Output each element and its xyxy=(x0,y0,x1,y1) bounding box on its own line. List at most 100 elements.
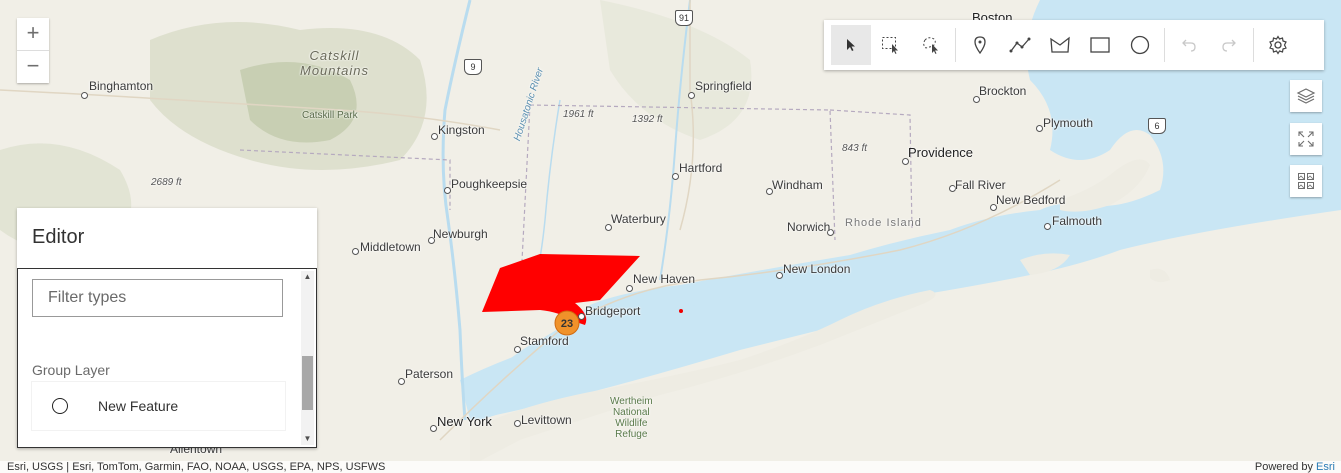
city-dot xyxy=(352,248,359,255)
undo-button[interactable] xyxy=(1169,25,1209,65)
toolbar-separator xyxy=(1164,28,1165,62)
zoom-control: + − xyxy=(17,18,49,83)
filter-types-input[interactable] xyxy=(32,279,283,317)
polyline-icon xyxy=(1009,37,1031,53)
attribution-bar: Esri, USGS | Esri, TomTom, Garmin, FAO, … xyxy=(0,461,1341,473)
label-norwich: Norwich xyxy=(787,220,831,234)
label-stamford: Stamford xyxy=(520,334,569,348)
polyline-tool-button[interactable] xyxy=(1000,25,1040,65)
editor-scrollbar[interactable]: ▲ ▼ xyxy=(301,271,314,445)
cursor-icon xyxy=(847,39,855,51)
city-dot xyxy=(672,173,679,180)
city-dot xyxy=(578,313,585,320)
rectangle-tool-button[interactable] xyxy=(1080,25,1120,65)
point-tool-button[interactable] xyxy=(960,25,1000,65)
layer-list-button[interactable] xyxy=(1290,80,1322,112)
label-catskill-park: Catskill Park xyxy=(302,110,358,121)
label-poughkeepsie: Poughkeepsie xyxy=(451,177,528,191)
label-elev-1392: 1392 ft xyxy=(632,114,663,125)
rectangle-select-icon xyxy=(882,37,898,54)
red-feature-point[interactable] xyxy=(679,309,683,313)
label-binghamton: Binghamton xyxy=(89,79,154,93)
label-paterson: Paterson xyxy=(405,367,454,381)
city-dot xyxy=(81,92,88,99)
layers-icon xyxy=(1296,88,1316,104)
esri-link[interactable]: Esri xyxy=(1316,461,1335,473)
cluster-count: 23 xyxy=(561,318,573,330)
powered-by: Powered by Esri xyxy=(1254,461,1335,473)
circle-icon xyxy=(1130,35,1150,55)
zoom-out-button[interactable]: − xyxy=(17,50,49,83)
label-springfield: Springfield xyxy=(695,79,752,93)
label-newburgh: Newburgh xyxy=(433,227,488,241)
point-icon xyxy=(974,36,986,54)
expand-icon xyxy=(1298,131,1314,147)
editor-feature-templates: Group Layer New Feature ▲ ▼ xyxy=(17,268,317,448)
sketch-toolbar xyxy=(824,20,1324,70)
toolbar-separator xyxy=(955,28,956,62)
label-levittown: Levittown xyxy=(521,413,572,427)
circle-symbol-icon xyxy=(52,398,68,414)
label-catskill-mountains: Catskill Mountains xyxy=(300,48,369,78)
label-waterbury: Waterbury xyxy=(611,212,666,226)
city-dot xyxy=(626,285,633,292)
rectangle-select-button[interactable] xyxy=(871,25,911,65)
gear-icon xyxy=(1269,35,1287,55)
rectangle-icon xyxy=(1090,37,1110,53)
scroll-up-arrow-icon[interactable]: ▲ xyxy=(301,271,314,283)
city-dot xyxy=(398,378,405,385)
new-feature-label: New Feature xyxy=(98,398,179,414)
new-feature-template[interactable]: New Feature xyxy=(32,382,285,430)
city-dot xyxy=(776,272,783,279)
label-kingston: Kingston xyxy=(438,123,485,137)
label-plymouth: Plymouth xyxy=(1043,116,1094,130)
label-new-haven: New Haven xyxy=(633,272,696,286)
city-dot xyxy=(431,133,438,140)
toolbar-separator xyxy=(1253,28,1254,62)
fullscreen-button[interactable] xyxy=(1290,123,1322,155)
redo-icon xyxy=(1222,39,1236,52)
label-elev-1961: 1961 ft xyxy=(563,109,594,120)
label-providence: Providence xyxy=(908,145,974,160)
label-falmouth: Falmouth xyxy=(1052,214,1103,228)
label-new-bedford: New Bedford xyxy=(996,193,1066,207)
label-new-london: New London xyxy=(783,262,851,276)
editor-title: Editor xyxy=(32,226,85,248)
basemap-gallery-button[interactable] xyxy=(1290,165,1322,197)
basemap-gallery-icon xyxy=(1298,173,1314,189)
zoom-in-button[interactable]: + xyxy=(17,18,49,50)
editor-panel: Editor Group Layer New Feature ▲ ▼ xyxy=(17,208,317,448)
label-new-york: New York xyxy=(437,414,492,429)
label-bridgeport: Bridgeport xyxy=(585,304,641,318)
redo-button[interactable] xyxy=(1209,25,1249,65)
city-dot xyxy=(1036,125,1043,132)
city-dot xyxy=(688,92,695,99)
label-hartford: Hartford xyxy=(679,161,723,175)
lasso-select-button[interactable] xyxy=(911,25,951,65)
circle-tool-button[interactable] xyxy=(1120,25,1160,65)
label-windham: Windham xyxy=(772,178,823,192)
label-rhode-island: Rhode Island xyxy=(845,217,922,229)
scroll-down-arrow-icon[interactable]: ▼ xyxy=(301,433,314,445)
label-wertheim-refuge: Wertheim National Wildlife Refuge xyxy=(610,396,653,440)
select-tool-button[interactable] xyxy=(831,25,871,65)
label-elev-2689: 2689 ft xyxy=(151,177,182,188)
label-elev-843: 843 ft xyxy=(842,143,868,154)
polygon-icon xyxy=(1050,36,1070,53)
city-dot xyxy=(1044,223,1051,230)
lasso-select-icon xyxy=(923,37,938,54)
attribution-text: Esri, USGS | Esri, TomTom, Garmin, FAO, … xyxy=(7,461,386,473)
route-shield-91: 91 xyxy=(675,10,693,26)
city-dot xyxy=(444,187,451,194)
label-fall-river: Fall River xyxy=(955,178,1006,192)
polygon-tool-button[interactable] xyxy=(1040,25,1080,65)
settings-button[interactable] xyxy=(1258,25,1298,65)
undo-icon xyxy=(1182,39,1196,52)
scroll-thumb[interactable] xyxy=(302,356,313,410)
city-dot xyxy=(430,425,437,432)
label-middletown: Middletown xyxy=(360,240,421,254)
group-layer-label: Group Layer xyxy=(32,362,110,378)
label-brockton: Brockton xyxy=(979,84,1027,98)
route-shield-9: 9 xyxy=(464,59,482,75)
city-dot xyxy=(514,420,521,427)
